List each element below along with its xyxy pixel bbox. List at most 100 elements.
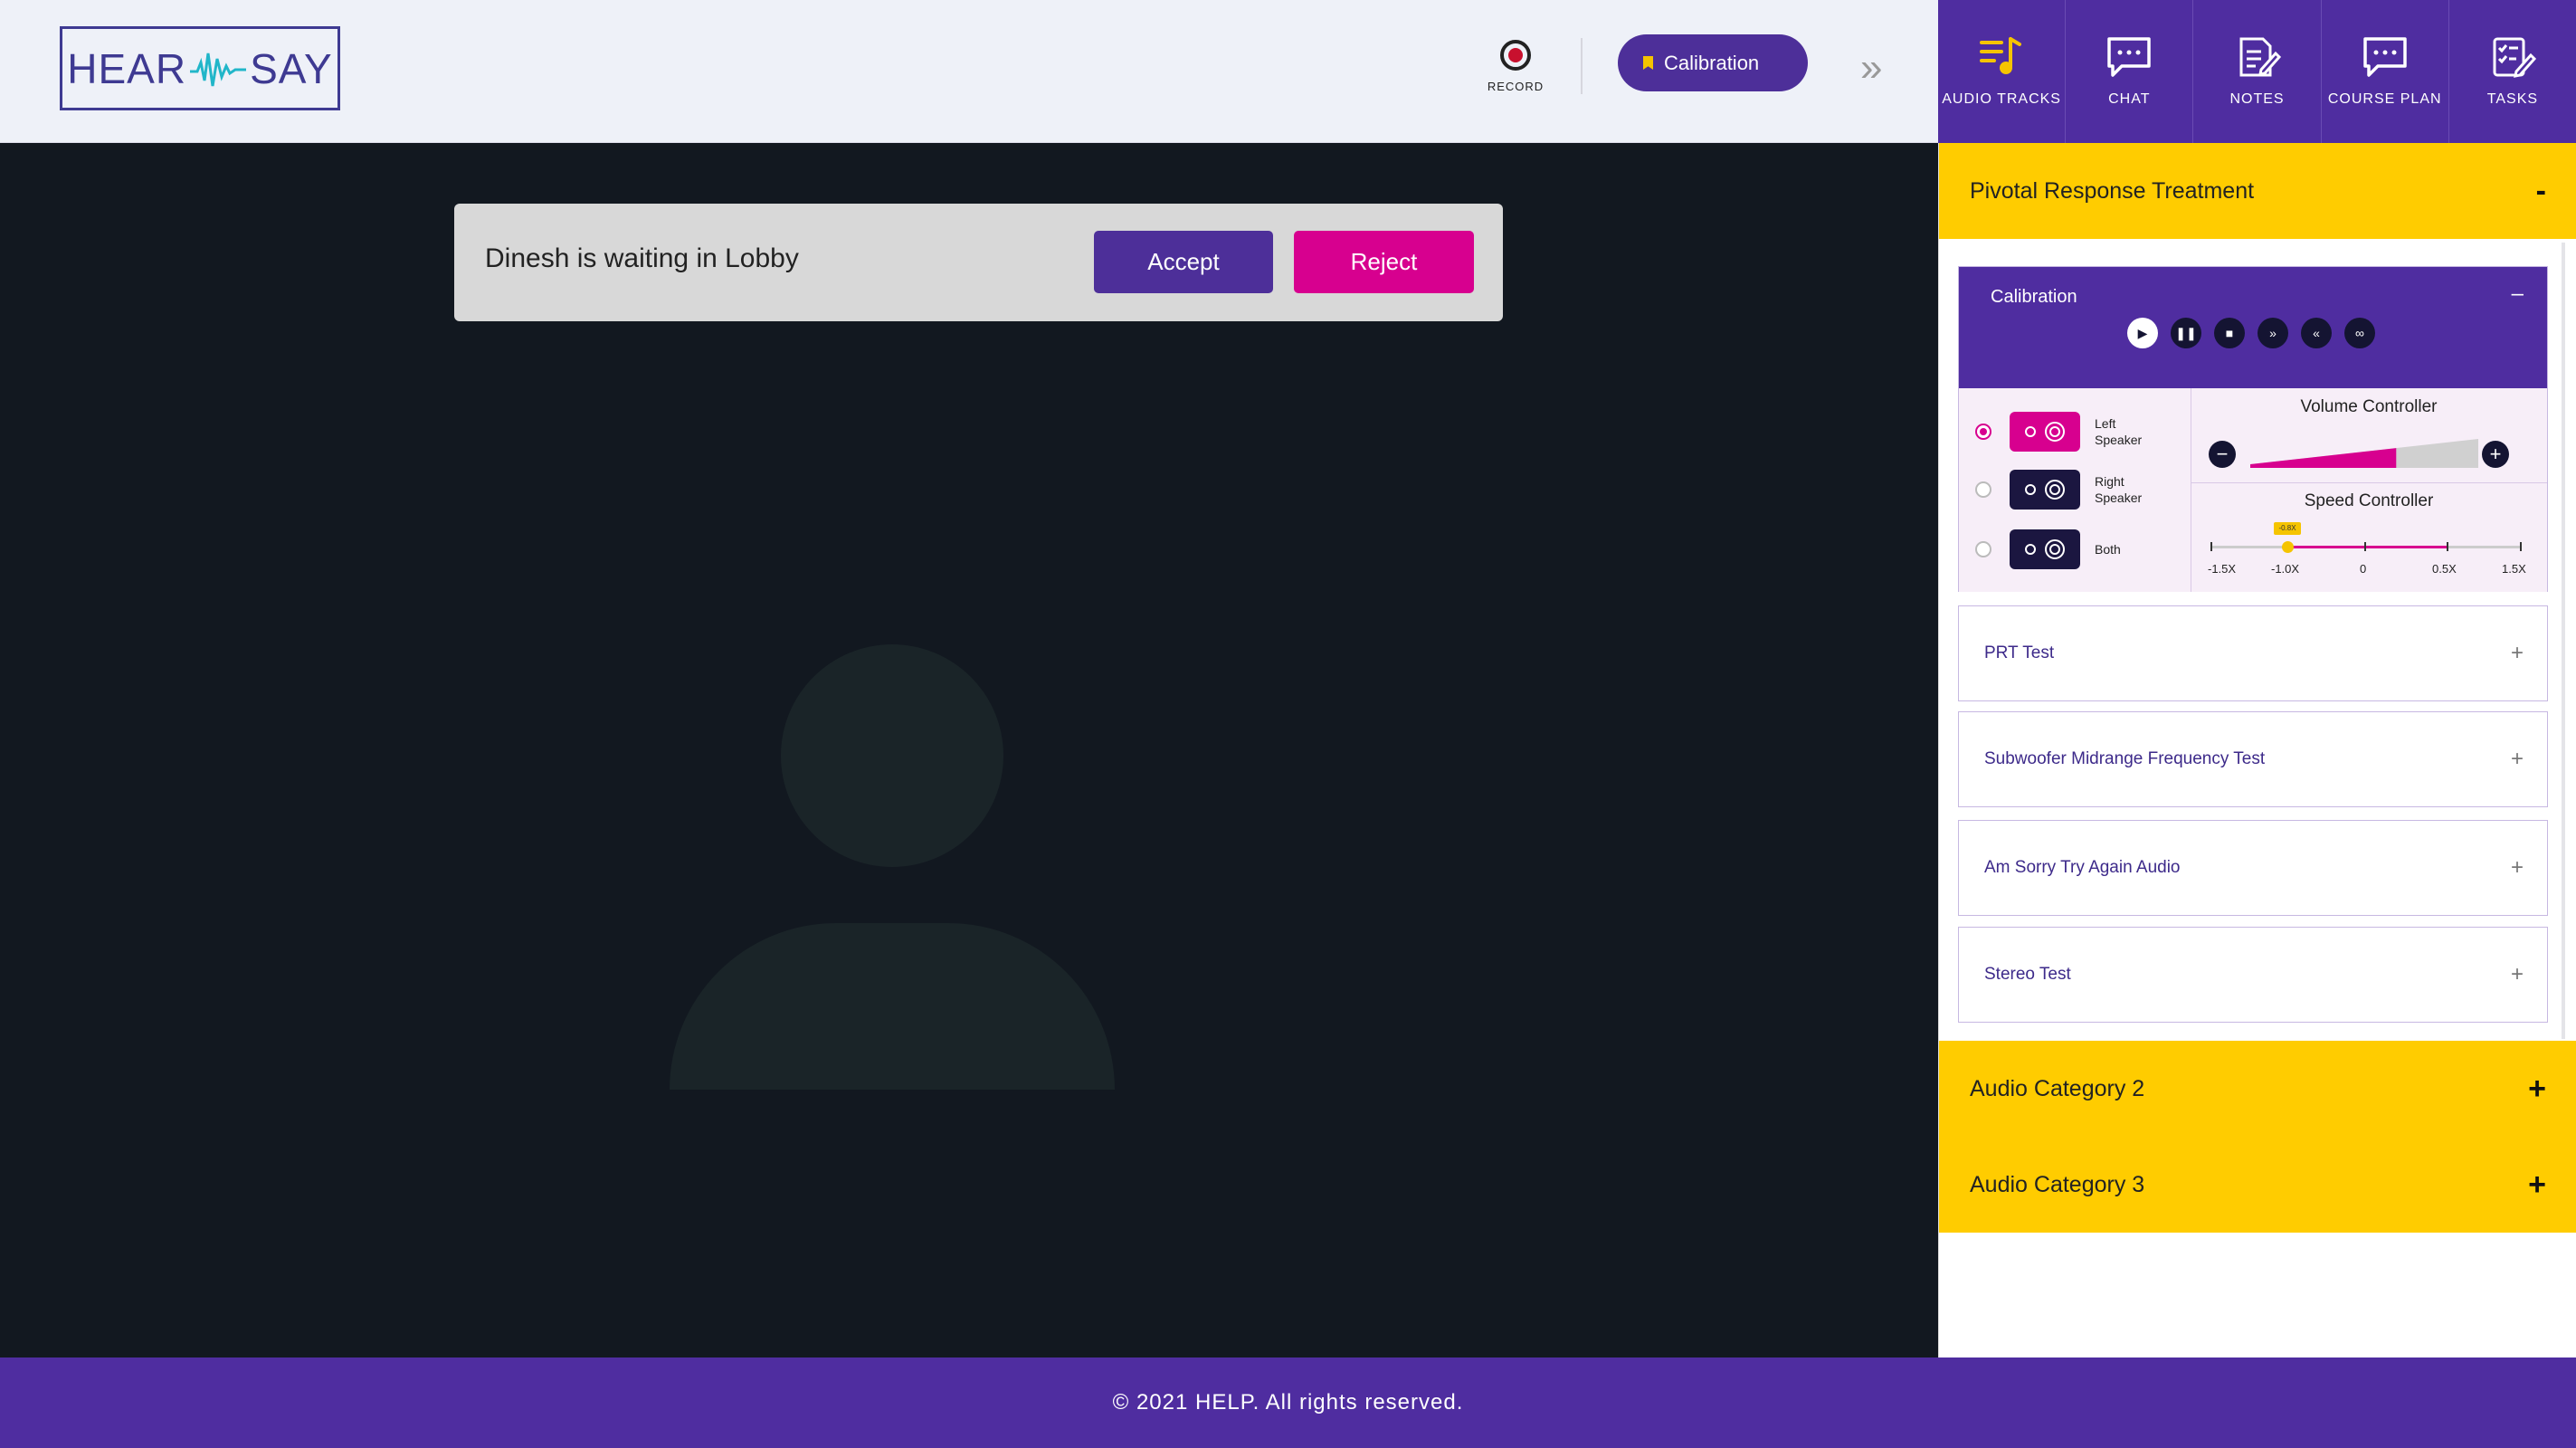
- track-am-sorry[interactable]: Am Sorry Try Again Audio +: [1958, 820, 2548, 916]
- speed-slider[interactable]: -0.8X: [2210, 522, 2522, 553]
- calibration-track-card: Calibration – ▶ ❚❚ ■ » « ∞ Left Speaker …: [1958, 266, 2548, 592]
- calibration-settings: Left Speaker Right Speaker Both Volume C…: [1959, 388, 2547, 592]
- speaker-label: Right Speaker: [2095, 474, 2143, 505]
- collapse-icon[interactable]: –: [2512, 281, 2524, 307]
- nav-course-plan[interactable]: COURSE PLAN: [2322, 0, 2449, 143]
- logo-text-right: SAY: [250, 44, 333, 92]
- speaker-icon: [2010, 470, 2080, 510]
- stop-icon[interactable]: ■: [2214, 318, 2245, 348]
- speaker-option-both[interactable]: Both: [1975, 529, 2158, 569]
- category-pivotal-response[interactable]: Pivotal Response Treatment -: [1939, 143, 2576, 239]
- expand-icon[interactable]: +: [2511, 641, 2524, 666]
- category-title: Pivotal Response Treatment: [1970, 177, 2255, 204]
- audio-tracks-panel: Pivotal Response Treatment - Calibration…: [1938, 143, 2576, 1358]
- nav-course-plan-label: COURSE PLAN: [2327, 91, 2442, 107]
- volume-minus-icon[interactable]: −: [2209, 441, 2236, 468]
- fast-forward-icon[interactable]: »: [2258, 318, 2288, 348]
- top-header: HEAR SAY RECORD Calibration »: [0, 0, 1938, 143]
- tasks-icon: [2493, 37, 2536, 78]
- lobby-message: Dinesh is waiting in Lobby: [485, 243, 799, 273]
- pause-icon[interactable]: ❚❚: [2171, 318, 2201, 348]
- speed-tick-label: 1.5X: [2502, 562, 2526, 576]
- category-audio-2[interactable]: Audio Category 2 +: [1939, 1041, 2576, 1137]
- chat-icon: [2107, 37, 2152, 77]
- header-divider: [1581, 38, 1583, 94]
- hearsay-logo[interactable]: HEAR SAY: [60, 26, 340, 110]
- speaker-option-right[interactable]: Right Speaker: [1975, 470, 2158, 510]
- expand-icon[interactable]: +: [2511, 747, 2524, 772]
- logo-text-left: HEAR: [67, 44, 187, 92]
- accept-button[interactable]: Accept: [1094, 231, 1273, 293]
- nav-audio-tracks-label: AUDIO TRACKS: [1942, 91, 2061, 107]
- divider: [2191, 482, 2547, 483]
- expand-icon[interactable]: +: [2528, 1072, 2546, 1107]
- bookmark-icon: [1643, 56, 1653, 70]
- speed-tick-label: -1.5X: [2208, 562, 2237, 576]
- play-icon[interactable]: ▶: [2127, 318, 2158, 348]
- volume-plus-icon[interactable]: +: [2482, 441, 2509, 468]
- record-icon: [1500, 40, 1531, 71]
- speed-tick-label: 0.5X: [2432, 562, 2457, 576]
- speed-tick-label: 0: [2360, 562, 2367, 576]
- course-plan-icon: [2362, 37, 2407, 77]
- lobby-notification: Dinesh is waiting in Lobby Accept Reject: [454, 204, 1503, 321]
- participant-placeholder-body: [670, 923, 1115, 1090]
- nav-tasks-label: TASKS: [2486, 91, 2539, 107]
- record-label: RECORD: [1487, 80, 1545, 93]
- nav-chat-label: CHAT: [2108, 91, 2151, 107]
- speed-slider-knob[interactable]: [2282, 541, 2294, 553]
- nav-notes[interactable]: NOTES: [2193, 0, 2322, 143]
- participant-placeholder-head: [781, 644, 1003, 867]
- speed-controller-title: Speed Controller: [2304, 491, 2434, 510]
- volume-slider[interactable]: [2250, 432, 2478, 470]
- speed-tick-label: -1.0X: [2271, 562, 2300, 576]
- record-button[interactable]: RECORD: [1484, 40, 1547, 93]
- speaker-icon: [2010, 529, 2080, 569]
- speaker-label: Both: [2095, 542, 2121, 557]
- radio-button[interactable]: [1975, 481, 1991, 498]
- reject-button[interactable]: Reject: [1294, 231, 1474, 293]
- waveform-icon: [190, 52, 247, 86]
- footer: © 2021 HELP. All rights reserved.: [0, 1358, 2576, 1448]
- speaker-option-left[interactable]: Left Speaker: [1975, 412, 2158, 452]
- category-title: Audio Category 3: [1970, 1171, 2145, 1197]
- nav-tasks[interactable]: TASKS: [2449, 0, 2576, 143]
- copyright-text: © 2021 HELP. All rights reserved.: [1112, 1390, 1464, 1415]
- calibration-button-label: Calibration: [1664, 51, 1760, 74]
- category-title: Audio Category 2: [1970, 1075, 2145, 1101]
- notes-icon: [2239, 37, 2281, 77]
- volume-level-fill: [2250, 448, 2397, 468]
- category-audio-3[interactable]: Audio Category 3 +: [1939, 1137, 2576, 1233]
- tool-nav: AUDIO TRACKS CHAT NOTES COURSE PLAN TASK…: [1938, 0, 2576, 156]
- volume-controller-title: Volume Controller: [2300, 397, 2438, 416]
- track-prt-test[interactable]: PRT Test +: [1958, 605, 2548, 701]
- audio-tracks-icon: [1980, 37, 2022, 74]
- track-title: Am Sorry Try Again Audio: [1984, 858, 2181, 877]
- calibration-track-header: Calibration – ▶ ❚❚ ■ » « ∞: [1959, 267, 2547, 388]
- collapse-icon[interactable]: -: [2536, 174, 2546, 209]
- speaker-icon: [2010, 412, 2080, 452]
- collapse-chevron-icon[interactable]: »: [1860, 45, 1883, 90]
- video-stage: [0, 143, 1938, 1358]
- expand-icon[interactable]: +: [2528, 1167, 2546, 1203]
- track-title: Subwoofer Midrange Frequency Test: [1984, 749, 2266, 768]
- nav-chat[interactable]: CHAT: [2066, 0, 2194, 143]
- track-stereo-test[interactable]: Stereo Test +: [1958, 927, 2548, 1023]
- radio-button[interactable]: [1975, 541, 1991, 557]
- expand-icon[interactable]: +: [2511, 855, 2524, 881]
- calibration-button[interactable]: Calibration: [1618, 34, 1808, 91]
- calibration-track-title: Calibration: [1991, 287, 2077, 307]
- nav-audio-tracks[interactable]: AUDIO TRACKS: [1938, 0, 2067, 156]
- panel-scrollbar[interactable]: [2562, 243, 2565, 1039]
- expand-icon[interactable]: +: [2511, 962, 2524, 987]
- playback-controls: ▶ ❚❚ ■ » « ∞: [2127, 318, 2375, 348]
- speaker-label: Left Speaker: [2095, 416, 2143, 447]
- rewind-icon[interactable]: «: [2301, 318, 2332, 348]
- speed-value-tooltip: -0.8X: [2274, 522, 2301, 535]
- loop-icon[interactable]: ∞: [2344, 318, 2375, 348]
- radio-button[interactable]: [1975, 424, 1991, 440]
- track-title: PRT Test: [1984, 643, 2055, 662]
- track-subwoofer-midrange[interactable]: Subwoofer Midrange Frequency Test +: [1958, 711, 2548, 807]
- nav-notes-label: NOTES: [2229, 91, 2285, 107]
- track-title: Stereo Test: [1984, 965, 2071, 984]
